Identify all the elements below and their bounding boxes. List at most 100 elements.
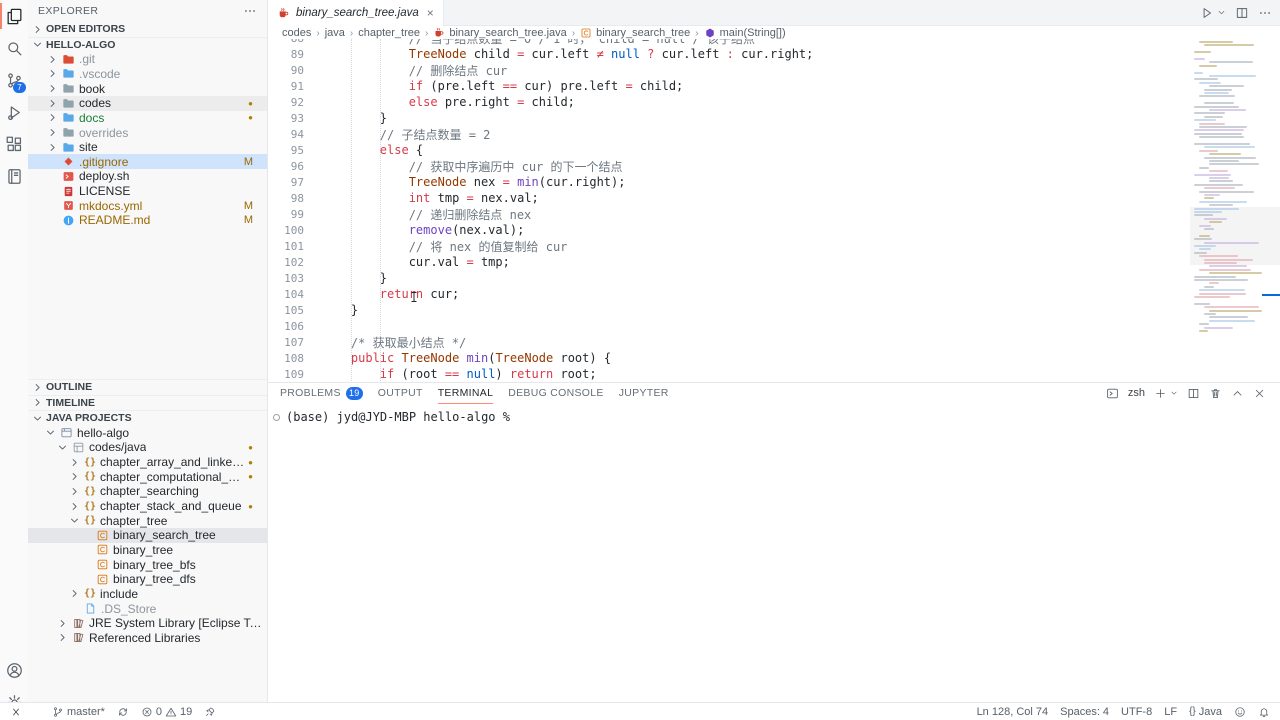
maximize-panel-icon[interactable] xyxy=(1231,387,1244,400)
project-item-binary-tree-dfs[interactable]: binary_tree_dfs xyxy=(28,572,267,587)
sidebar-item-book[interactable]: book xyxy=(28,81,267,96)
project-icon xyxy=(60,426,73,439)
code-line-89: 89 TreeNode child = cur.left ≠ null ? cu… xyxy=(268,46,1190,62)
sync-icon xyxy=(117,706,129,718)
project-item-chapter-array-and-linkedlist[interactable]: {}chapter_array_and_linkedlist● xyxy=(28,455,267,470)
project-item-binary-tree-bfs[interactable]: binary_tree_bfs xyxy=(28,557,267,572)
sidebar-item-gitignore[interactable]: .gitignoreM xyxy=(28,154,267,169)
eol-sequence[interactable]: LF xyxy=(1164,706,1177,718)
breadcrumb-item-codes[interactable]: codes xyxy=(282,27,311,39)
breadcrumb-item-main-string[interactable]: main(String[]) xyxy=(704,27,786,39)
project-item-hello-algo[interactable]: hello-algo xyxy=(28,426,267,441)
terminal-profile-icon[interactable] xyxy=(1106,387,1119,400)
activity-bar-item-search[interactable] xyxy=(0,32,28,64)
close-tab-icon[interactable]: × xyxy=(427,6,434,20)
editor-group: binary_search_tree.java × codes›java›cha… xyxy=(268,0,1280,382)
panel-tab-output[interactable]: OUTPUT xyxy=(378,383,423,403)
sidebar-item-codes[interactable]: codes● xyxy=(28,96,267,111)
minimap[interactable] xyxy=(1190,39,1280,382)
section-java-projects[interactable]: JAVA PROJECTS xyxy=(28,410,267,426)
indentation[interactable]: Spaces: 4 xyxy=(1060,706,1109,718)
sidebar-item-vscode[interactable]: .vscode xyxy=(28,67,267,82)
panel-tab-label: TERMINAL xyxy=(438,387,494,399)
item-label: Referenced Libraries xyxy=(89,631,200,645)
section-open-editors[interactable]: OPEN EDITORS xyxy=(28,22,267,37)
breadcrumb-item-java[interactable]: java xyxy=(325,27,345,39)
project-item-referenced-libraries[interactable]: Referenced Libraries xyxy=(28,630,267,645)
project-item-chapter-tree[interactable]: {}chapter_tree xyxy=(28,513,267,528)
section-timeline[interactable]: TIMELINE xyxy=(28,395,267,411)
panel-tab-terminal[interactable]: TERMINAL xyxy=(438,383,494,404)
project-item-binary-tree[interactable]: binary_tree xyxy=(28,543,267,558)
code-line-94: 94 // 子结点数量 = 2 xyxy=(268,126,1190,142)
sidebar-item-git[interactable]: .git xyxy=(28,52,267,67)
line-number: 96 xyxy=(268,160,304,173)
project-item-chapter-computational-complexity[interactable]: {}chapter_computational_complexity● xyxy=(28,469,267,484)
code-line-93: 93 } xyxy=(268,110,1190,126)
activity-bar-item-account[interactable] xyxy=(0,654,28,686)
feedback-item[interactable] xyxy=(1234,706,1246,718)
section-outline[interactable]: OUTLINE xyxy=(28,379,267,395)
breadcrumb-item-binary-search-tree[interactable]: binary_search_tree xyxy=(580,27,690,39)
item-label: .vscode xyxy=(79,67,120,81)
sync-item[interactable] xyxy=(117,706,129,718)
sidebar-item-readme-md[interactable]: README.mdM xyxy=(28,213,267,228)
more-actions-icon[interactable] xyxy=(1258,6,1272,20)
split-terminal-icon[interactable] xyxy=(1187,387,1200,400)
sidebar-item-mkdocs-yml[interactable]: mkdocs.ymlM xyxy=(28,198,267,213)
panel-tab-problems[interactable]: PROBLEMS19 xyxy=(280,383,363,403)
project-item-binary-search-tree[interactable]: binary_search_tree xyxy=(28,528,267,543)
chevron-right-icon xyxy=(47,98,58,109)
code-line-99: 99 // 递归删除结点 nex xyxy=(268,206,1190,222)
breadcrumb-label: chapter_tree xyxy=(358,27,420,39)
git-branch-item[interactable]: master* xyxy=(52,706,105,718)
kill-terminal-icon[interactable] xyxy=(1209,387,1222,400)
project-item-jre-system-library-eclipse-temurin-17-17[interactable]: JRE System Library [Eclipse Temurin 17 [… xyxy=(28,616,267,631)
sidebar-item-docs[interactable]: docs● xyxy=(28,111,267,126)
item-label: binary_search_tree xyxy=(113,528,216,542)
language-mode[interactable]: {} Java xyxy=(1189,706,1222,718)
project-item-include[interactable]: {}include xyxy=(28,587,267,602)
sidebar-item-deploy-sh[interactable]: deploy.sh xyxy=(28,169,267,184)
breadcrumb-item-binary-search-tree-java[interactable]: binary_search_tree.java xyxy=(433,27,566,39)
activity-bar-item-run-debug[interactable] xyxy=(0,96,28,128)
remote-indicator[interactable] xyxy=(10,706,22,718)
encoding[interactable]: UTF-8 xyxy=(1121,706,1152,718)
sidebar-item-license[interactable]: LICENSE xyxy=(28,184,267,199)
split-editor-icon[interactable] xyxy=(1235,6,1249,20)
activity-bar-item-extensions[interactable] xyxy=(0,128,28,160)
code-area[interactable]: 88 // 当子结点数量 = 0 / 1 时， child = null / 该… xyxy=(268,39,1190,382)
run-icon[interactable] xyxy=(1200,6,1214,20)
project-item-chapter-searching[interactable]: {}chapter_searching xyxy=(28,484,267,499)
terminal-dropdown-icon[interactable] xyxy=(1170,389,1178,397)
chevron-right-icon xyxy=(32,382,43,393)
panel-tab-jupyter[interactable]: JUPYTER xyxy=(619,383,669,403)
sidebar-item-overrides[interactable]: overrides xyxy=(28,125,267,140)
item-label: .git xyxy=(79,52,95,66)
activity-bar-item-explorer[interactable] xyxy=(0,0,28,32)
sidebar-item-site[interactable]: site xyxy=(28,140,267,155)
close-panel-icon[interactable] xyxy=(1253,387,1266,400)
new-terminal-icon[interactable] xyxy=(1154,387,1167,400)
project-item-ds-store[interactable]: .DS_Store xyxy=(28,601,267,616)
activity-bar-item-notebook[interactable] xyxy=(0,160,28,192)
run-dropdown-icon[interactable] xyxy=(1217,8,1226,17)
problems-item[interactable]: 0 19 xyxy=(141,706,192,718)
terminal[interactable]: (base) jyd@JYD-MBP hello-algo % xyxy=(268,403,1280,424)
chevron-icon xyxy=(57,632,68,643)
tab-binary-search-tree[interactable]: binary_search_tree.java × xyxy=(268,0,444,26)
project-item-chapter-stack-and-queue[interactable]: {}chapter_stack_and_queue● xyxy=(28,499,267,514)
cursor-position[interactable]: Ln 128, Col 74 xyxy=(977,706,1049,718)
more-actions-icon[interactable] xyxy=(243,4,257,18)
filedoc-icon xyxy=(84,602,97,615)
section-root-folder[interactable]: HELLO-ALGO xyxy=(28,37,267,53)
chevron-icon xyxy=(57,442,68,453)
java-server-mode-item[interactable] xyxy=(204,706,216,718)
project-item-codes-java[interactable]: codes/java● xyxy=(28,440,267,455)
activity-bar-item-source-control[interactable]: 7 xyxy=(0,64,28,96)
panel-tab-debug-console[interactable]: DEBUG CONSOLE xyxy=(508,383,604,403)
shell-name[interactable]: zsh xyxy=(1128,387,1145,399)
breadcrumb-item-chapter-tree[interactable]: chapter_tree xyxy=(358,27,420,39)
explorer-sidebar: EXPLORER OPEN EDITORS HELLO-ALGO .git.vs… xyxy=(28,0,268,703)
notifications-item[interactable] xyxy=(1258,706,1270,718)
